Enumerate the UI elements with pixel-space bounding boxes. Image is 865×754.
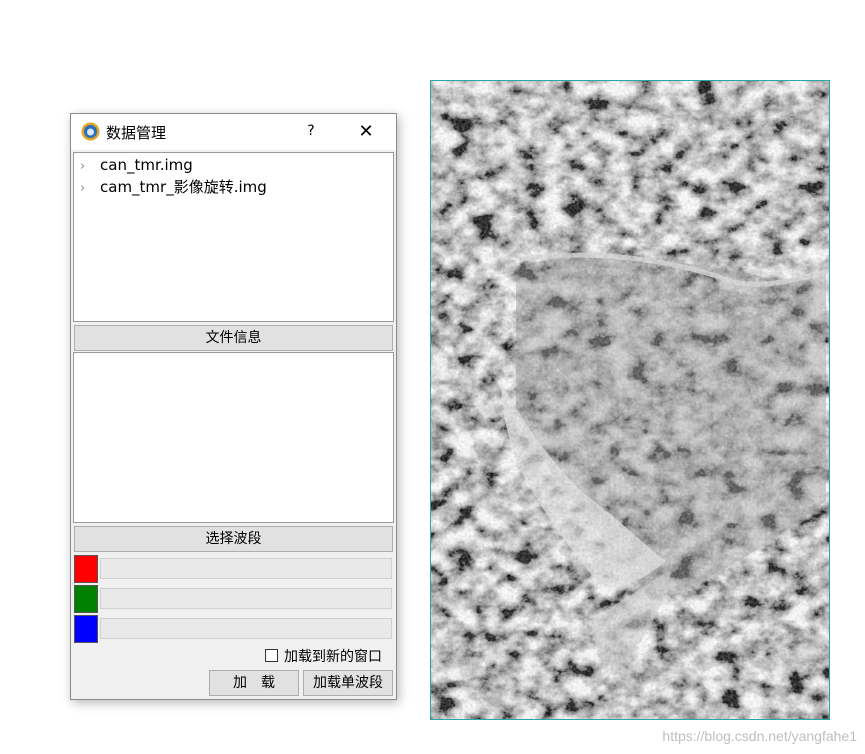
green-band-select[interactable]	[100, 588, 392, 609]
blue-band-select[interactable]	[100, 618, 392, 639]
tree-item-label: can_tmr.img	[100, 156, 193, 174]
file-info-panel	[73, 352, 394, 523]
title-bar[interactable]: 数据管理 ? ✕	[71, 114, 396, 150]
green-band-swatch	[74, 585, 98, 613]
band-row-red	[74, 555, 393, 583]
dialog-title: 数据管理	[106, 124, 167, 142]
load-new-window-option[interactable]: 加载到新的窗口	[265, 648, 382, 666]
tree-item[interactable]: › cam_tmr_影像旋转.img	[80, 176, 267, 198]
watermark: https://blog.csdn.net/yangfahe1	[662, 728, 857, 744]
file-info-button[interactable]: 文件信息	[74, 325, 393, 351]
satellite-image[interactable]	[430, 80, 830, 720]
close-button[interactable]: ✕	[353, 119, 379, 145]
file-tree[interactable]: › can_tmr.img › cam_tmr_影像旋转.img	[73, 152, 394, 322]
load-new-window-checkbox[interactable]	[265, 649, 278, 662]
chevron-right-icon[interactable]: ›	[80, 156, 100, 178]
red-band-swatch	[74, 555, 98, 583]
band-row-green	[74, 585, 393, 613]
band-row-blue	[74, 615, 393, 643]
load-single-band-button[interactable]: 加载单波段	[303, 670, 393, 696]
app-icon	[81, 122, 100, 141]
tree-item[interactable]: › can_tmr.img	[80, 154, 193, 176]
tree-item-label: cam_tmr_影像旋转.img	[100, 178, 267, 196]
load-button[interactable]: 加 载	[209, 670, 299, 696]
select-band-button[interactable]: 选择波段	[74, 526, 393, 552]
chevron-right-icon[interactable]: ›	[80, 178, 100, 200]
terrain-image-graphic	[431, 81, 829, 719]
data-management-dialog: 数据管理 ? ✕ › can_tmr.img › cam_tmr_影像旋转.img …	[70, 113, 397, 700]
blue-band-swatch	[74, 615, 98, 643]
red-band-select[interactable]	[100, 558, 392, 579]
load-new-window-label: 加载到新的窗口	[284, 649, 382, 665]
help-button[interactable]: ?	[300, 120, 322, 142]
